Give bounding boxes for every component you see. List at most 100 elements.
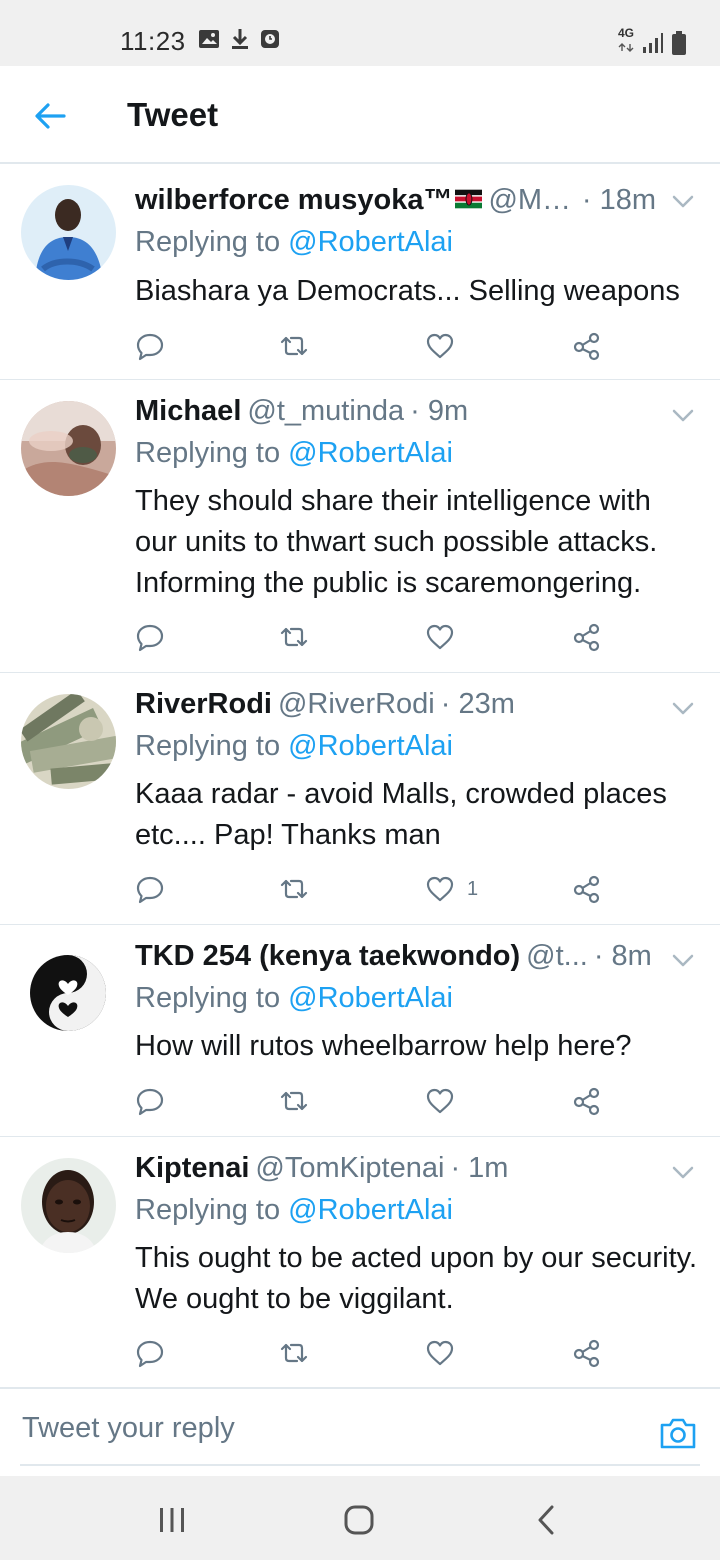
- author-handle[interactable]: @t...: [526, 940, 588, 973]
- reply-icon: [136, 1088, 164, 1116]
- reply-button[interactable]: [135, 326, 165, 366]
- reply-button[interactable]: [135, 869, 165, 909]
- chevron-down-icon[interactable]: [668, 1157, 698, 1187]
- author-name[interactable]: TKD 254 (kenya taekwondo): [135, 940, 520, 973]
- tweet-header: Michael @t_mutinda · 9m: [135, 395, 656, 435]
- avatar[interactable]: [21, 694, 116, 789]
- retweet-button[interactable]: [279, 617, 309, 657]
- tweet-header: wilberforce musyoka™ @Mu... · 18m: [135, 184, 656, 224]
- page-title: Tweet: [127, 96, 219, 133]
- gallery-icon: [199, 30, 219, 48]
- like-button[interactable]: 1: [425, 869, 478, 909]
- reply-icon: [136, 333, 164, 361]
- mention-link[interactable]: @RobertAlai: [288, 730, 453, 762]
- share-button[interactable]: [571, 869, 601, 909]
- like-icon: [426, 1088, 454, 1114]
- tweet-time: · 9m: [410, 395, 469, 427]
- retweet-button[interactable]: [279, 1333, 309, 1373]
- tweet-text: This ought to be acted upon by our secur…: [135, 1242, 698, 1315]
- tweet-item[interactable]: RiverRodi @RiverRodi · 23m Replying to @…: [0, 673, 720, 925]
- avatar[interactable]: [21, 185, 116, 280]
- tweet-actions: 1: [135, 869, 615, 909]
- share-icon: [573, 332, 600, 361]
- status-time: 11:23: [120, 26, 186, 56]
- tweet-actions: [135, 326, 615, 366]
- author-handle[interactable]: @t_mutinda: [247, 395, 404, 428]
- system-nav-bar: [0, 1476, 720, 1560]
- author-handle[interactable]: @RiverRodi: [278, 688, 435, 721]
- share-icon: [573, 1087, 600, 1116]
- share-button[interactable]: [571, 1333, 601, 1373]
- like-button[interactable]: [425, 326, 467, 366]
- replying-label: Replying to: [135, 730, 281, 762]
- camera-button[interactable]: [658, 1413, 698, 1453]
- tweet-item[interactable]: TKD 254 (kenya taekwondo) @t... · 8m Rep…: [0, 925, 720, 1137]
- author-handle[interactable]: @TomKiptenai: [255, 1152, 444, 1185]
- status-notification-icons: [198, 28, 280, 50]
- status-system-icons: 4G: [618, 27, 686, 57]
- mention-link[interactable]: @RobertAlai: [288, 437, 453, 469]
- author-name[interactable]: Michael: [135, 395, 241, 428]
- author-handle[interactable]: @Mu...: [488, 184, 575, 217]
- reply-button[interactable]: [135, 1333, 165, 1373]
- back-arrow-icon: [35, 103, 66, 129]
- tweet-item[interactable]: wilberforce musyoka™ @Mu... · 18m Replyi…: [0, 164, 720, 380]
- avatar[interactable]: [21, 946, 116, 1041]
- share-button[interactable]: [571, 617, 601, 657]
- like-button[interactable]: [425, 617, 467, 657]
- download-icon: [232, 29, 248, 49]
- back-button[interactable]: [28, 94, 72, 138]
- like-icon: [426, 876, 454, 902]
- tweet-item[interactable]: Michael @t_mutinda · 9m Replying to @Rob…: [0, 380, 720, 673]
- chevron-down-icon[interactable]: [668, 945, 698, 975]
- reply-composer: [0, 1388, 720, 1476]
- tweet-item[interactable]: Kiptenai @TomKiptenai · 1m Replying to @…: [0, 1137, 720, 1388]
- author-name[interactable]: wilberforce musyoka™: [135, 184, 453, 217]
- tweet-actions: [135, 1081, 615, 1121]
- nav-back-button[interactable]: [524, 1498, 568, 1542]
- reply-button[interactable]: [135, 1081, 165, 1121]
- battery-icon: [672, 30, 686, 55]
- chevron-down-icon[interactable]: [668, 693, 698, 723]
- reply-underline: [20, 1464, 700, 1466]
- like-icon: [426, 333, 454, 359]
- mention-link[interactable]: @RobertAlai: [288, 1194, 453, 1226]
- like-button[interactable]: [425, 1333, 467, 1373]
- retweet-button[interactable]: [279, 1081, 309, 1121]
- like-button[interactable]: [425, 1081, 467, 1121]
- tweet-text: Kaaa radar - avoid Malls, crowded places…: [135, 778, 667, 851]
- reply-icon: [136, 876, 164, 904]
- mention-link[interactable]: @RobertAlai: [288, 982, 453, 1014]
- reply-input[interactable]: [22, 1403, 622, 1453]
- author-name[interactable]: RiverRodi: [135, 688, 272, 721]
- retweet-icon: [280, 1343, 308, 1363]
- share-button[interactable]: [571, 326, 601, 366]
- share-button[interactable]: [571, 1081, 601, 1121]
- home-button[interactable]: [337, 1498, 381, 1542]
- avatar[interactable]: [21, 401, 116, 496]
- retweet-button[interactable]: [279, 326, 309, 366]
- home-icon: [344, 1505, 374, 1535]
- data-arrows-icon: [618, 43, 634, 52]
- reply-button[interactable]: [135, 617, 165, 657]
- replying-label: Replying to: [135, 1194, 281, 1226]
- replying-label: Replying to: [135, 982, 281, 1014]
- recents-button[interactable]: [150, 1498, 194, 1542]
- tweet-text: They should share their intelligence wit…: [135, 485, 658, 599]
- share-icon: [573, 623, 600, 652]
- author-name[interactable]: Kiptenai: [135, 1152, 249, 1185]
- mention-link[interactable]: @RobertAlai: [288, 226, 453, 258]
- retweet-icon: [280, 879, 308, 899]
- tweet-time: · 23m: [440, 688, 515, 720]
- replying-label: Replying to: [135, 226, 281, 258]
- replying-to: Replying to @RobertAlai: [135, 437, 453, 470]
- chevron-down-icon[interactable]: [668, 400, 698, 430]
- camera-icon: [660, 1418, 696, 1449]
- avatar[interactable]: [21, 1158, 116, 1253]
- retweet-button[interactable]: [279, 869, 309, 909]
- chevron-down-icon[interactable]: [668, 186, 698, 216]
- replying-label: Replying to: [135, 437, 281, 469]
- replying-to: Replying to @RobertAlai: [135, 226, 453, 259]
- like-count: 1: [467, 877, 479, 900]
- nav-back-icon: [538, 1505, 554, 1535]
